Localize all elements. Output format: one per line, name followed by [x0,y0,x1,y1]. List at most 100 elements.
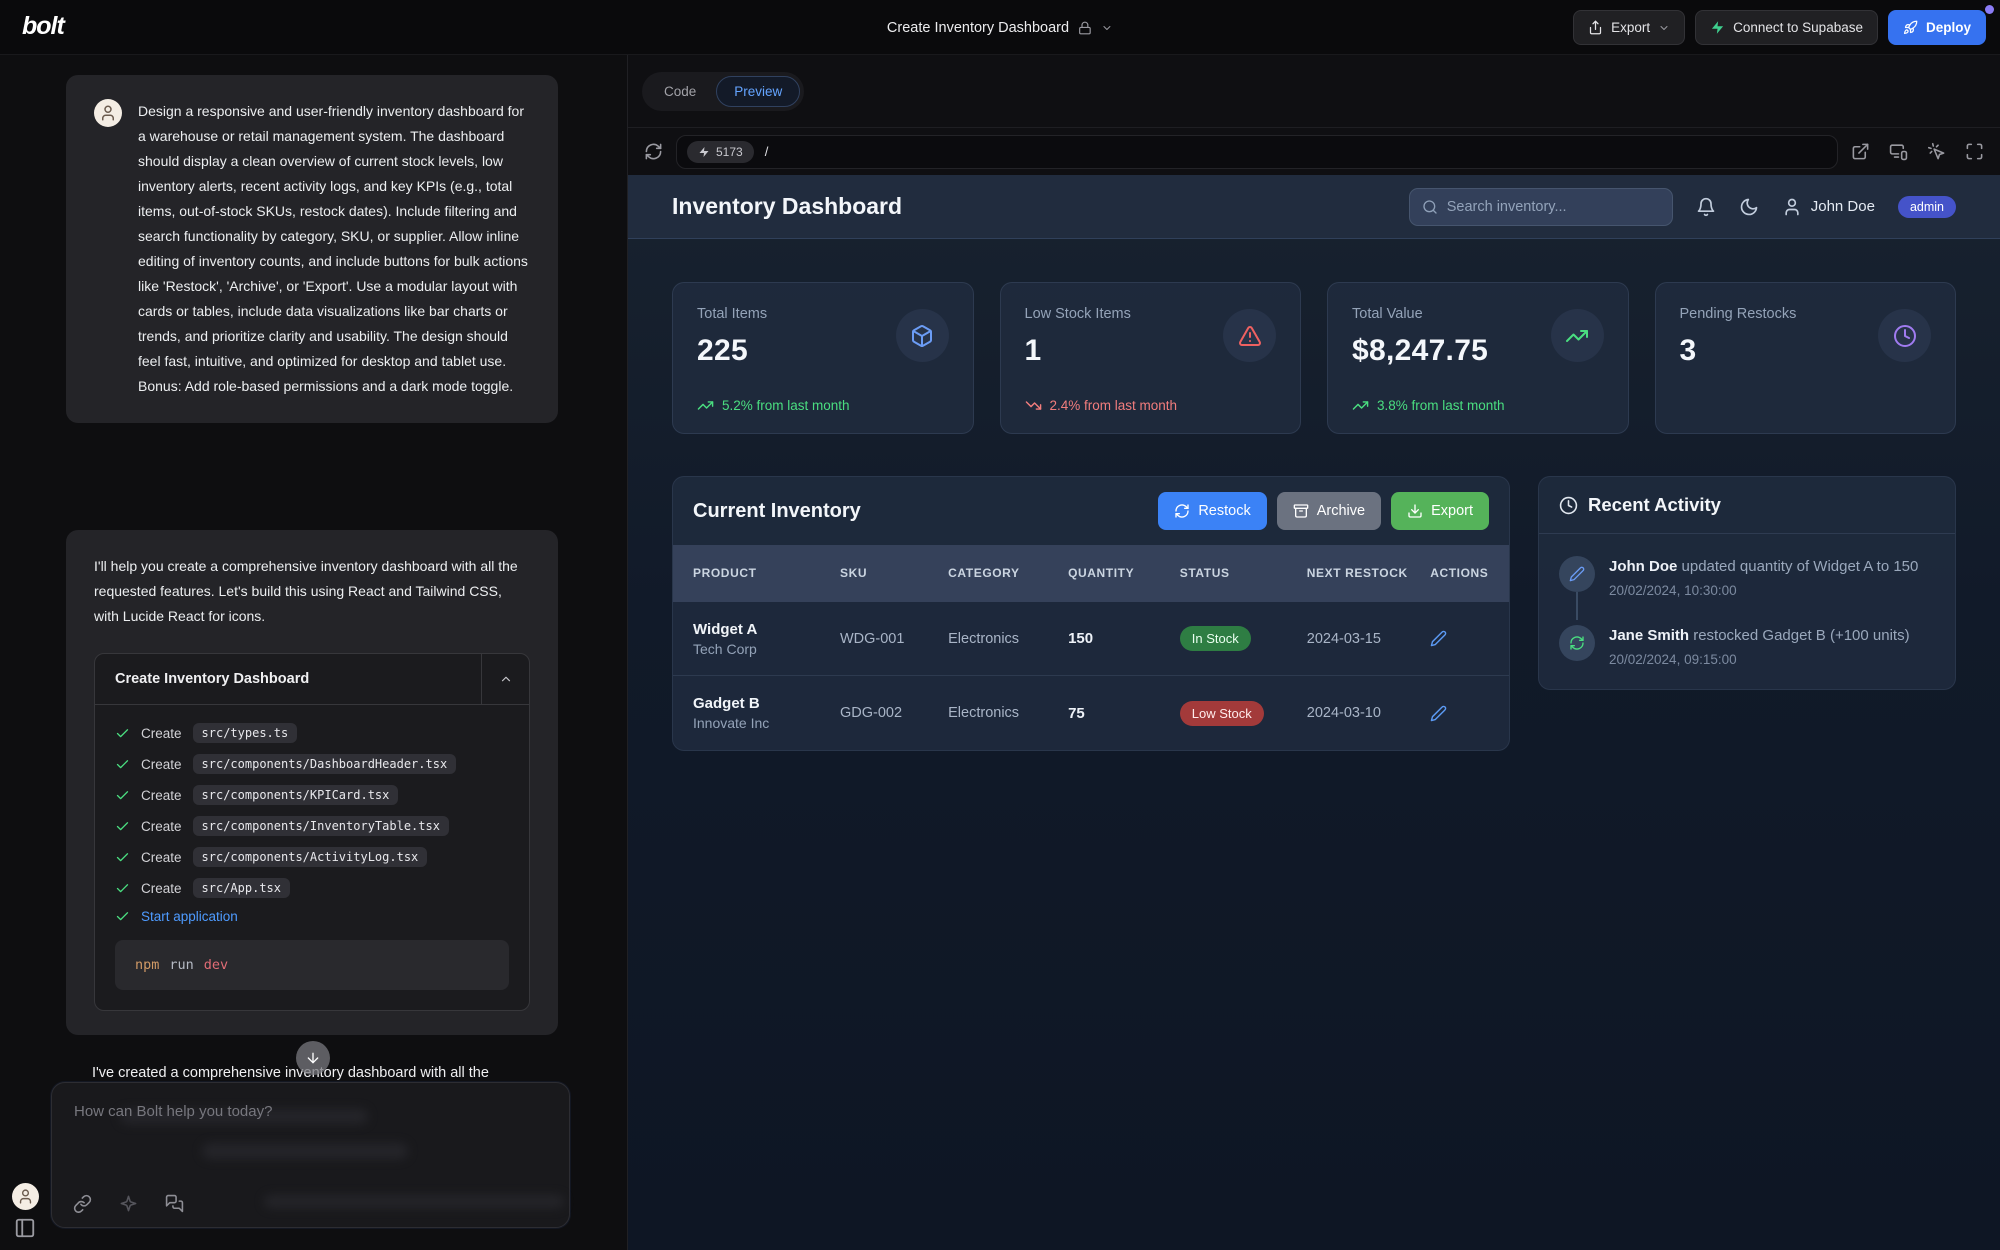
preview-address-bar: 5173 / [628,128,2000,175]
url-field[interactable]: 5173 / [676,135,1838,169]
check-icon [115,881,130,896]
deploy-button[interactable]: Deploy [1888,10,1986,45]
supabase-label: Connect to Supabase [1733,20,1863,35]
scroll-to-bottom-button[interactable] [296,1041,330,1075]
dark-mode-toggle-icon[interactable] [1739,197,1759,217]
bulk-action-buttons: Restock Archive Export [1158,492,1489,530]
export-label: Export [1611,20,1650,35]
edit-row-icon[interactable] [1430,630,1447,647]
check-icon [115,850,130,865]
enhance-prompt-icon[interactable] [119,1194,138,1213]
inventory-search[interactable] [1409,188,1673,226]
attach-link-icon[interactable] [73,1194,92,1213]
step-row: Create src/App.tsx [115,878,509,898]
status-badge: In Stock [1180,626,1251,651]
account-avatar[interactable] [12,1183,39,1210]
kpi-icon-bubble [1551,309,1604,362]
activity-user: Jane Smith [1609,627,1689,644]
connect-supabase-button[interactable]: Connect to Supabase [1695,10,1878,45]
column-header: Category [948,555,1068,592]
edit-row-icon[interactable] [1430,705,1447,722]
lock-icon [1078,21,1092,35]
bolt-logo[interactable]: bolt [22,12,64,41]
table-header-row: Product SKU Category Quantity Status Nex… [673,545,1509,602]
step-file[interactable]: src/components/KPICard.tsx [193,785,399,805]
activity-action: restocked Gadget B (+100 units) [1693,627,1909,644]
trending-up-icon [697,397,714,414]
refresh-icon [1569,635,1585,651]
artifact-collapse-button[interactable] [481,654,529,704]
next-restock-cell: 2024-03-10 [1307,705,1430,721]
artifact-header: Create Inventory Dashboard [95,654,529,704]
step-row: Create src/components/ActivityLog.tsx [115,847,509,867]
step-row: Create src/components/KPICard.tsx [115,785,509,805]
project-title-menu[interactable]: Create Inventory Dashboard [887,0,1113,55]
deploy-label: Deploy [1926,20,1971,35]
fullscreen-icon[interactable] [1965,142,1984,161]
port-number: 5173 [716,145,743,159]
clock-icon [1559,496,1578,515]
step-file[interactable]: src/components/InventoryTable.tsx [193,816,449,836]
download-icon [1407,503,1423,519]
step-file[interactable]: src/components/DashboardHeader.tsx [193,754,457,774]
inventory-card-header: Current Inventory Restock Archive [673,477,1509,545]
tab-preview[interactable]: Preview [716,76,800,107]
step-row: Create src/types.ts [115,723,509,743]
dashboard-main-grid: Current Inventory Restock Archive [672,476,1956,751]
user-message: Design a responsive and user-friendly in… [66,75,558,423]
command-token: npm [135,957,159,973]
terminal-command: npmrundev [115,940,509,990]
view-tabs-row: Code Preview [628,55,2000,128]
assistant-intro-text: I'll help you create a comprehensive inv… [94,554,530,629]
artifact-title: Create Inventory Dashboard [95,671,481,687]
responsive-preview-icon[interactable] [1889,142,1908,161]
activity-list: John Doe updated quantity of Widget A to… [1539,534,1955,689]
table-row[interactable]: Gadget B Innovate Inc GDG-002 Electronic… [673,676,1509,750]
open-in-new-tab-icon[interactable] [1851,142,1870,161]
step-file[interactable]: src/types.ts [193,723,298,743]
step-file[interactable]: src/components/ActivityLog.tsx [193,847,428,867]
trending-down-icon [1025,397,1042,414]
start-application-step[interactable]: Start application [115,909,509,924]
chat-input-toolbar [73,1194,184,1213]
arrow-down-icon [305,1050,321,1066]
supplier-name: Innovate Inc [693,715,840,731]
quantity-cell: 150 [1068,630,1180,647]
command-token: run [169,957,193,973]
user-menu[interactable]: John Doe [1782,197,1875,217]
step-file[interactable]: src/App.tsx [193,878,290,898]
sidebar-toggle-icon[interactable] [14,1217,36,1239]
kpi-trend: 3.8% from last month [1352,397,1505,414]
reload-icon[interactable] [644,142,663,161]
export-button[interactable]: Export [1391,492,1489,530]
archive-button[interactable]: Archive [1277,492,1381,530]
blurred-content [202,1143,408,1159]
table-row[interactable]: Widget A Tech Corp WDG-001 Electronics 1… [673,602,1509,676]
user-avatar [94,99,122,127]
inspector-icon[interactable] [1927,142,1946,161]
inventory-search-input[interactable] [1447,199,1660,215]
share-icon [1588,20,1603,35]
step-row: Create src/components/DashboardHeader.ts… [115,754,509,774]
restock-button[interactable]: Restock [1158,492,1266,530]
topbar: bolt Create Inventory Dashboard Export C… [0,0,2000,55]
workbench: Code Preview 5173 / Inventory Dashboard [627,55,2000,1250]
tab-code[interactable]: Code [646,76,714,107]
chat-prompt-input[interactable] [52,1083,569,1120]
command-token: dev [204,957,228,973]
check-icon [115,757,130,772]
column-header: Quantity [1068,555,1180,592]
export-menu-button[interactable]: Export [1573,10,1685,45]
chevron-up-icon [499,672,513,686]
port-pill[interactable]: 5173 [687,141,754,163]
dashboard-header: Inventory Dashboard John Doe admin [628,175,2000,239]
chat-input-box[interactable] [51,1082,570,1228]
sku-cell: WDG-001 [840,631,948,647]
kpi-card-low-stock: Low Stock Items 1 2.4% from last month [1000,282,1302,434]
chat-mode-icon[interactable] [165,1194,184,1213]
notifications-icon[interactable] [1696,197,1716,217]
activity-timestamp: 20/02/2024, 10:30:00 [1609,583,1918,598]
kpi-grid: Total Items 225 5.2% from last month Low… [672,282,1956,434]
trending-up-icon [1352,397,1369,414]
user-prompt-text: Design a responsive and user-friendly in… [138,99,530,399]
